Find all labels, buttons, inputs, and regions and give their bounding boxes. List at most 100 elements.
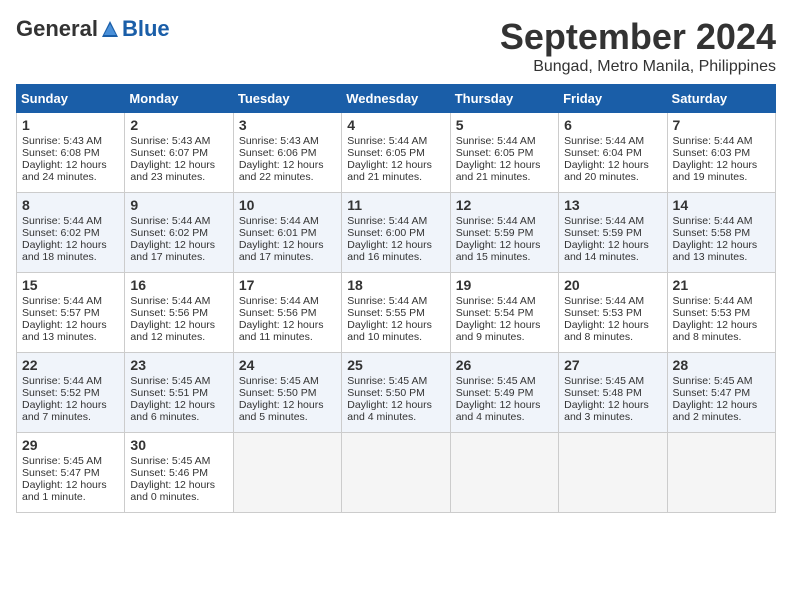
- calendar-cell: 27Sunrise: 5:45 AMSunset: 5:48 PMDayligh…: [559, 353, 667, 433]
- sunset-text: Sunset: 5:46 PM: [130, 467, 208, 479]
- day-number: 8: [22, 197, 119, 213]
- sunset-text: Sunset: 5:51 PM: [130, 387, 208, 399]
- calendar-cell: 22Sunrise: 5:44 AMSunset: 5:52 PMDayligh…: [17, 353, 125, 433]
- daylight-text: Daylight: 12 hours and 8 minutes.: [673, 319, 758, 343]
- column-header-wednesday: Wednesday: [342, 85, 450, 113]
- calendar-cell: [342, 433, 450, 513]
- sunrise-text: Sunrise: 5:45 AM: [130, 375, 210, 387]
- daylight-text: Daylight: 12 hours and 13 minutes.: [22, 319, 107, 343]
- sunset-text: Sunset: 5:59 PM: [456, 227, 534, 239]
- day-number: 28: [673, 357, 770, 373]
- sunrise-text: Sunrise: 5:45 AM: [564, 375, 644, 387]
- sunset-text: Sunset: 6:00 PM: [347, 227, 425, 239]
- column-header-monday: Monday: [125, 85, 233, 113]
- sunset-text: Sunset: 5:55 PM: [347, 307, 425, 319]
- day-number: 15: [22, 277, 119, 293]
- sunrise-text: Sunrise: 5:45 AM: [456, 375, 536, 387]
- daylight-text: Daylight: 12 hours and 12 minutes.: [130, 319, 215, 343]
- day-number: 17: [239, 277, 336, 293]
- calendar-cell: 17Sunrise: 5:44 AMSunset: 5:56 PMDayligh…: [233, 273, 341, 353]
- sunset-text: Sunset: 5:49 PM: [456, 387, 534, 399]
- daylight-text: Daylight: 12 hours and 1 minute.: [22, 479, 107, 503]
- calendar-table: SundayMondayTuesdayWednesdayThursdayFrid…: [16, 84, 776, 513]
- daylight-text: Daylight: 12 hours and 20 minutes.: [564, 159, 649, 183]
- sunrise-text: Sunrise: 5:44 AM: [239, 295, 319, 307]
- sunrise-text: Sunrise: 5:44 AM: [673, 215, 753, 227]
- column-header-friday: Friday: [559, 85, 667, 113]
- sunset-text: Sunset: 5:47 PM: [673, 387, 751, 399]
- daylight-text: Daylight: 12 hours and 4 minutes.: [347, 399, 432, 423]
- daylight-text: Daylight: 12 hours and 8 minutes.: [564, 319, 649, 343]
- calendar-cell: 12Sunrise: 5:44 AMSunset: 5:59 PMDayligh…: [450, 193, 558, 273]
- day-number: 1: [22, 117, 119, 133]
- sunrise-text: Sunrise: 5:44 AM: [564, 135, 644, 147]
- sunrise-text: Sunrise: 5:45 AM: [239, 375, 319, 387]
- daylight-text: Daylight: 12 hours and 19 minutes.: [673, 159, 758, 183]
- day-number: 21: [673, 277, 770, 293]
- calendar-cell: 30Sunrise: 5:45 AMSunset: 5:46 PMDayligh…: [125, 433, 233, 513]
- sunset-text: Sunset: 5:59 PM: [564, 227, 642, 239]
- calendar-cell: 5Sunrise: 5:44 AMSunset: 6:05 PMDaylight…: [450, 113, 558, 193]
- column-header-sunday: Sunday: [17, 85, 125, 113]
- calendar-cell: 29Sunrise: 5:45 AMSunset: 5:47 PMDayligh…: [17, 433, 125, 513]
- sunrise-text: Sunrise: 5:45 AM: [22, 455, 102, 467]
- day-number: 4: [347, 117, 444, 133]
- daylight-text: Daylight: 12 hours and 22 minutes.: [239, 159, 324, 183]
- day-number: 16: [130, 277, 227, 293]
- calendar-cell: 11Sunrise: 5:44 AMSunset: 6:00 PMDayligh…: [342, 193, 450, 273]
- sunrise-text: Sunrise: 5:44 AM: [347, 215, 427, 227]
- day-number: 6: [564, 117, 661, 133]
- daylight-text: Daylight: 12 hours and 17 minutes.: [130, 239, 215, 263]
- daylight-text: Daylight: 12 hours and 24 minutes.: [22, 159, 107, 183]
- calendar-header-row: SundayMondayTuesdayWednesdayThursdayFrid…: [17, 85, 776, 113]
- day-number: 14: [673, 197, 770, 213]
- day-number: 22: [22, 357, 119, 373]
- sunset-text: Sunset: 5:53 PM: [564, 307, 642, 319]
- day-number: 2: [130, 117, 227, 133]
- sunset-text: Sunset: 6:05 PM: [456, 147, 534, 159]
- daylight-text: Daylight: 12 hours and 2 minutes.: [673, 399, 758, 423]
- day-number: 25: [347, 357, 444, 373]
- day-number: 9: [130, 197, 227, 213]
- sunset-text: Sunset: 6:07 PM: [130, 147, 208, 159]
- sunset-text: Sunset: 6:06 PM: [239, 147, 317, 159]
- sunset-text: Sunset: 6:05 PM: [347, 147, 425, 159]
- sunset-text: Sunset: 6:03 PM: [673, 147, 751, 159]
- calendar-cell: [667, 433, 775, 513]
- sunset-text: Sunset: 6:04 PM: [564, 147, 642, 159]
- logo-blue-text: Blue: [122, 16, 170, 42]
- daylight-text: Daylight: 12 hours and 4 minutes.: [456, 399, 541, 423]
- daylight-text: Daylight: 12 hours and 21 minutes.: [347, 159, 432, 183]
- sunrise-text: Sunrise: 5:44 AM: [673, 295, 753, 307]
- day-number: 24: [239, 357, 336, 373]
- daylight-text: Daylight: 12 hours and 6 minutes.: [130, 399, 215, 423]
- daylight-text: Daylight: 12 hours and 3 minutes.: [564, 399, 649, 423]
- logo-general-text: General: [16, 16, 98, 42]
- calendar-cell: 16Sunrise: 5:44 AMSunset: 5:56 PMDayligh…: [125, 273, 233, 353]
- day-number: 19: [456, 277, 553, 293]
- column-header-tuesday: Tuesday: [233, 85, 341, 113]
- daylight-text: Daylight: 12 hours and 0 minutes.: [130, 479, 215, 503]
- daylight-text: Daylight: 12 hours and 15 minutes.: [456, 239, 541, 263]
- day-number: 7: [673, 117, 770, 133]
- daylight-text: Daylight: 12 hours and 11 minutes.: [239, 319, 324, 343]
- sunset-text: Sunset: 5:50 PM: [239, 387, 317, 399]
- calendar-cell: 25Sunrise: 5:45 AMSunset: 5:50 PMDayligh…: [342, 353, 450, 433]
- daylight-text: Daylight: 12 hours and 10 minutes.: [347, 319, 432, 343]
- sunrise-text: Sunrise: 5:44 AM: [239, 215, 319, 227]
- sunrise-text: Sunrise: 5:44 AM: [564, 295, 644, 307]
- sunrise-text: Sunrise: 5:44 AM: [456, 135, 536, 147]
- daylight-text: Daylight: 12 hours and 13 minutes.: [673, 239, 758, 263]
- day-number: 11: [347, 197, 444, 213]
- sunset-text: Sunset: 5:53 PM: [673, 307, 751, 319]
- day-number: 29: [22, 437, 119, 453]
- day-number: 12: [456, 197, 553, 213]
- daylight-text: Daylight: 12 hours and 21 minutes.: [456, 159, 541, 183]
- calendar-cell: 20Sunrise: 5:44 AMSunset: 5:53 PMDayligh…: [559, 273, 667, 353]
- column-header-saturday: Saturday: [667, 85, 775, 113]
- daylight-text: Daylight: 12 hours and 18 minutes.: [22, 239, 107, 263]
- calendar-cell: 28Sunrise: 5:45 AMSunset: 5:47 PMDayligh…: [667, 353, 775, 433]
- daylight-text: Daylight: 12 hours and 5 minutes.: [239, 399, 324, 423]
- calendar-week-2: 8Sunrise: 5:44 AMSunset: 6:02 PMDaylight…: [17, 193, 776, 273]
- sunset-text: Sunset: 5:52 PM: [22, 387, 100, 399]
